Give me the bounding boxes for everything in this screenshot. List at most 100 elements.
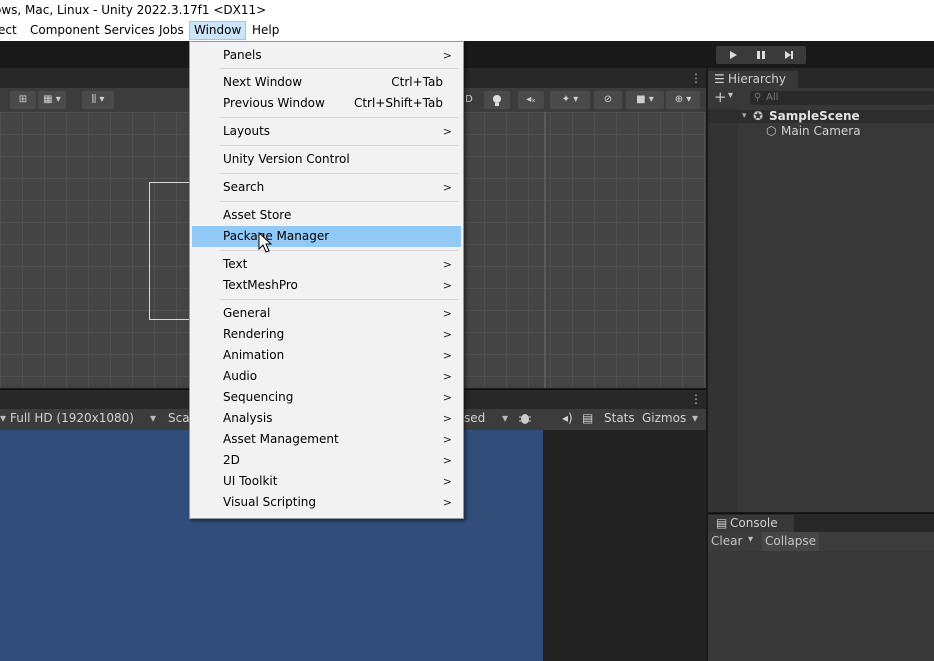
stats-button[interactable]: Stats: [604, 411, 635, 425]
menu-item-visual-scripting[interactable]: Visual Scripting >: [192, 492, 461, 513]
console-clear-button[interactable]: Clear: [711, 534, 742, 548]
menu-component[interactable]: Component: [26, 22, 104, 39]
submenu-chevron-icon: >: [442, 181, 452, 194]
menu-item-label: Animation: [223, 348, 285, 362]
submenu-chevron-icon: >: [442, 391, 452, 404]
keyboard-icon[interactable]: ▤: [582, 411, 593, 425]
menu-separator: [220, 299, 459, 300]
menu-item-label: Package Manager: [223, 229, 330, 243]
console-log-area: [708, 551, 934, 661]
console-collapse-button[interactable]: Collapse: [762, 532, 819, 551]
gizmos-chevron-icon[interactable]: ▾: [692, 411, 698, 425]
menu-item-analysis[interactable]: Analysis >: [192, 408, 461, 429]
transform-handle-icon[interactable]: ⊞: [10, 91, 36, 109]
menu-item-sequencing[interactable]: Sequencing >: [192, 387, 461, 408]
submenu-chevron-icon: >: [442, 412, 452, 425]
focused-chevron-icon: ▾: [502, 411, 509, 425]
menu-item-label: Asset Management: [223, 432, 339, 446]
camera-icon[interactable]: ■ ▾: [626, 91, 664, 109]
resolution-dropdown[interactable]: Full HD (1920x1080): [10, 411, 134, 425]
menu-item-label: Panels: [223, 48, 262, 62]
submenu-chevron-icon: >: [442, 475, 452, 488]
submenu-chevron-icon: >: [442, 433, 452, 446]
menu-item-label: Visual Scripting: [223, 495, 316, 509]
lighting-icon[interactable]: [484, 91, 510, 109]
menu-item-asset-management[interactable]: Asset Management >: [192, 429, 461, 450]
game-more-icon[interactable]: ⋮: [690, 392, 702, 406]
menu-item-rendering[interactable]: Rendering >: [192, 324, 461, 345]
window-title: ows, Mac, Linux - Unity 2022.3.17f1 <DX1…: [0, 3, 267, 17]
menu-project[interactable]: ect: [0, 22, 21, 39]
tab-console[interactable]: ▤ Console: [708, 515, 794, 532]
bug-icon[interactable]: [518, 410, 532, 426]
submenu-chevron-icon: >: [442, 307, 452, 320]
scene-more-icon[interactable]: ⋮: [690, 71, 702, 85]
play-controls: [716, 46, 806, 64]
mute-audio-icon[interactable]: ◂): [562, 411, 573, 425]
list-icon: ☰: [714, 72, 725, 86]
menu-services[interactable]: Services: [100, 22, 159, 39]
add-object-button[interactable]: +: [714, 89, 727, 105]
menu-item-layouts[interactable]: Layouts >: [192, 121, 461, 142]
menu-item-audio[interactable]: Audio >: [192, 366, 461, 387]
hierarchy-search-input[interactable]: ⚲ All: [750, 91, 934, 105]
gameobject-cube-icon: ⬡: [766, 124, 777, 138]
scene-expand-chevron-icon[interactable]: ▾: [742, 110, 747, 123]
search-icon: ⚲: [754, 92, 762, 103]
console-toolbar: Clear ▾ Collapse: [708, 532, 934, 551]
menu-item-unity-version-control[interactable]: Unity Version Control: [192, 149, 461, 170]
console-icon: ▤: [716, 516, 728, 530]
submenu-chevron-icon: >: [442, 496, 452, 509]
gizmos-button[interactable]: Gizmos: [642, 411, 686, 425]
menu-item-label: Asset Store: [223, 208, 292, 222]
submenu-chevron-icon: >: [442, 49, 452, 62]
gizmos-globe-icon[interactable]: ⊕ ▾: [666, 91, 700, 109]
scale-label: Sca: [168, 411, 190, 425]
add-dropdown-chevron-icon[interactable]: ▾: [728, 90, 733, 101]
step-icon[interactable]: [776, 46, 802, 64]
audio-toggle-icon[interactable]: ◂ₓ: [518, 91, 544, 109]
play-icon[interactable]: [720, 46, 746, 64]
menu-jobs[interactable]: Jobs: [155, 22, 188, 39]
menu-item-label: Previous Window: [223, 96, 325, 110]
window-menu-dropdown: Panels > Next Window Ctrl+Tab Previous Windo…: [189, 41, 464, 519]
effects-icon[interactable]: ✦ ▾: [550, 91, 590, 109]
menu-item-ui-toolkit[interactable]: UI Toolkit >: [192, 471, 461, 492]
submenu-chevron-icon: >: [442, 258, 452, 271]
scene-name: SampleScene: [769, 109, 860, 123]
unity-scene-icon: ✪: [753, 109, 764, 123]
play-focused-dropdown[interactable]: sed: [464, 411, 485, 425]
menu-item-2d[interactable]: 2D >: [192, 450, 461, 471]
menu-item-package-manager[interactable]: Package Manager: [192, 226, 461, 247]
menu-item-label: Layouts: [223, 124, 271, 138]
tab-hierarchy[interactable]: ☰ Hierarchy: [708, 71, 798, 88]
menu-item-animation[interactable]: Animation >: [192, 345, 461, 366]
menu-item-search[interactable]: Search >: [192, 177, 461, 198]
menu-item-asset-store[interactable]: Asset Store: [192, 205, 461, 226]
menu-item-shortcut: Ctrl+Shift+Tab: [353, 96, 443, 110]
menu-item-next-window[interactable]: Next Window Ctrl+Tab: [192, 72, 461, 93]
2d-toggle-button[interactable]: D: [462, 91, 476, 109]
menu-item-text[interactable]: Text >: [192, 254, 461, 275]
menu-item-label: Text: [223, 257, 248, 271]
hierarchy-left-strip: [708, 108, 738, 512]
hidden-objects-icon[interactable]: ⊘: [594, 91, 622, 109]
game-view-letterbox: [543, 430, 706, 661]
hierarchy-item-main-camera[interactable]: Main Camera: [781, 125, 861, 138]
increment-snap-icon[interactable]: ⫼ ▾: [82, 91, 114, 109]
menu-item-panels[interactable]: Panels >: [192, 45, 461, 66]
menu-help[interactable]: Help: [248, 22, 283, 39]
display-dropdown-arrow[interactable]: ▾: [0, 411, 6, 425]
clear-options-chevron-icon[interactable]: ▾: [748, 534, 753, 545]
menu-window[interactable]: Window: [189, 21, 247, 40]
pause-icon[interactable]: [748, 46, 774, 64]
menu-item-label: UI Toolkit: [223, 474, 278, 488]
hierarchy-tab-label: Hierarchy: [728, 72, 787, 86]
menu-item-previous-window[interactable]: Previous Window Ctrl+Shift+Tab: [192, 93, 461, 114]
grid-snap-icon[interactable]: ▦ ▾: [38, 91, 66, 109]
menu-item-label: Rendering: [223, 327, 285, 341]
submenu-chevron-icon: >: [442, 125, 452, 138]
menu-item-textmeshpro[interactable]: TextMeshPro >: [192, 275, 461, 296]
submenu-chevron-icon: >: [442, 349, 452, 362]
menu-item-general[interactable]: General >: [192, 303, 461, 324]
